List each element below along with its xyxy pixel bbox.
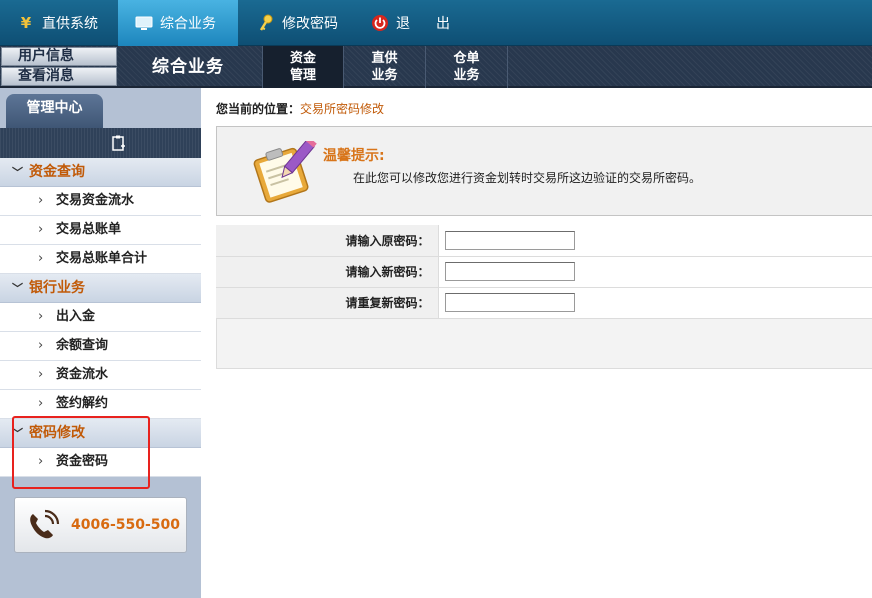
menu-group-label: 资金查询 [29, 164, 85, 180]
old-password-input[interactable] [444, 230, 575, 250]
hotline-number: 4006-550-500 [71, 517, 181, 533]
sidebar-toolbar [0, 128, 201, 158]
tab-label-line2: 业务 [453, 68, 480, 83]
repeat-password-label: 请重复新密码： [216, 287, 439, 319]
chevron-right-icon: › [38, 309, 44, 324]
chevron-down-icon: ﹀ [12, 282, 23, 295]
menu-group-fund-query[interactable]: ﹀ 资金查询 [0, 158, 201, 187]
menu-item-label: 余额查询 [56, 338, 109, 353]
chevron-down-icon: ﹀ [12, 427, 23, 440]
section-title: 综合业务 [152, 57, 224, 77]
menu-item-fund-flow[interactable]: › 资金流水 [0, 361, 201, 390]
menu-group-label: 密码修改 [29, 425, 85, 441]
user-info-button[interactable]: 用户信息 [1, 47, 117, 66]
password-form: 请输入原密码： 请输入新密码： 请重复新密码： [216, 225, 872, 319]
new-password-input[interactable] [444, 262, 575, 281]
top-nav-label: 综合业务 [160, 16, 216, 32]
form-field-cell [438, 256, 872, 288]
tab-label-line1: 资金 [289, 51, 316, 66]
new-password-label: 请输入新密码： [216, 256, 439, 288]
top-nav-direct-supply[interactable]: ¥ 直供系统 [0, 0, 118, 46]
menu-item-deposit-withdraw[interactable]: › 出入金 [0, 303, 201, 332]
clipboard-icon[interactable] [112, 135, 126, 151]
monitor-icon [134, 13, 154, 33]
tab-label-line1: 直供 [371, 51, 398, 66]
menu-item-label: 签约解约 [56, 396, 109, 411]
tab-direct-supply-business[interactable]: 直供 业务 [344, 46, 426, 88]
top-nav-integrated-business[interactable]: 综合业务 [118, 0, 238, 46]
tip-title: 温馨提示: [323, 148, 385, 164]
top-nav-label: 直供系统 [42, 16, 98, 32]
chevron-right-icon: › [38, 222, 44, 237]
chevron-right-icon: › [38, 338, 44, 353]
menu-group-label: 银行业务 [29, 280, 85, 296]
top-navigation-bar: ¥ 直供系统 综合业务 修改密码 退 出 [0, 0, 872, 46]
sidebar: 管理中心 ﹀ 资金查询 › 交易资金流水 › 交易总账单 › 交易总账单合计 ﹀ 银行业务… [0, 88, 201, 598]
tab-fund-management[interactable]: 资金 管理 [262, 46, 344, 88]
menu-item-trading-statement[interactable]: › 交易总账单 [0, 216, 201, 245]
form-action-area [216, 319, 872, 369]
menu-item-label: 交易总账单合计 [56, 251, 148, 266]
breadcrumb: 您当前的位置：交易所密码修改 [216, 100, 384, 117]
menu-item-label: 资金流水 [56, 367, 109, 382]
power-icon [370, 13, 390, 33]
menu-item-label: 资金密码 [56, 454, 109, 469]
tab-label-line2: 管理 [289, 68, 316, 83]
hotline-box[interactable]: 4006-550-500 [14, 497, 187, 553]
top-nav-change-password[interactable]: 修改密码 [238, 0, 356, 46]
tab-warehouse-receipt-business[interactable]: 仓单 业务 [426, 46, 508, 88]
tip-box: 温馨提示: 在此您可以修改您进行资金划转时交易所这边验证的交易所密码。 [216, 126, 872, 216]
repeat-password-input[interactable] [444, 293, 575, 312]
menu-item-fund-password[interactable]: › 资金密码 [0, 448, 201, 477]
menu-group-password-change[interactable]: ﹀ 密码修改 [0, 419, 201, 448]
chevron-down-icon: ﹀ [12, 166, 23, 179]
form-row: 请输入新密码： [216, 256, 872, 288]
top-nav-logout[interactable]: 退 出 [356, 0, 476, 46]
chevron-right-icon: › [38, 251, 44, 266]
sub-navigation-bar: 用户信息 查看消息 综合业务 资金 管理 直供 业务 仓单 业务 [0, 46, 872, 88]
menu-item-label: 出入金 [56, 309, 96, 324]
form-row: 请输入原密码： [216, 225, 872, 257]
chevron-right-icon: › [38, 367, 44, 382]
menu-group-bank-business[interactable]: ﹀ 银行业务 [0, 274, 201, 303]
chevron-right-icon: › [38, 454, 44, 469]
chevron-right-icon: › [38, 193, 44, 208]
form-field-cell [438, 287, 872, 319]
menu-item-sign-unsign[interactable]: › 签约解约 [0, 390, 201, 419]
yen-icon: ¥ [20, 14, 32, 32]
top-nav-label: 修改密码 [282, 16, 338, 32]
breadcrumb-current[interactable]: 交易所密码修改 [300, 102, 384, 116]
tip-text: 在此您可以修改您进行资金划转时交易所这边验证的交易所密码。 [353, 171, 702, 185]
key-icon [256, 13, 276, 33]
chevron-right-icon: › [38, 396, 44, 411]
form-row: 请重复新密码： [216, 287, 872, 319]
clipboard-pencil-icon [253, 141, 317, 203]
view-messages-button[interactable]: 查看消息 [1, 67, 117, 86]
breadcrumb-label: 您当前的位置： [216, 102, 301, 116]
phone-icon [30, 509, 60, 539]
tab-label-line1: 仓单 [453, 51, 480, 66]
tab-label-line2: 业务 [371, 68, 398, 83]
menu-item-label: 交易总账单 [56, 222, 122, 237]
menu-item-label: 交易资金流水 [56, 193, 135, 208]
form-field-cell [438, 225, 872, 257]
menu-item-statement-total[interactable]: › 交易总账单合计 [0, 245, 201, 274]
menu-item-trading-fund-flow[interactable]: › 交易资金流水 [0, 187, 201, 216]
main-content: 您当前的位置：交易所密码修改 温馨提示: 在此您可以修改您进行资金划转时交易所这… [201, 88, 872, 598]
old-password-label: 请输入原密码： [216, 225, 439, 257]
management-center-tab[interactable]: 管理中心 [6, 94, 103, 128]
top-nav-label: 退 出 [396, 16, 456, 32]
menu-item-balance-query[interactable]: › 余额查询 [0, 332, 201, 361]
